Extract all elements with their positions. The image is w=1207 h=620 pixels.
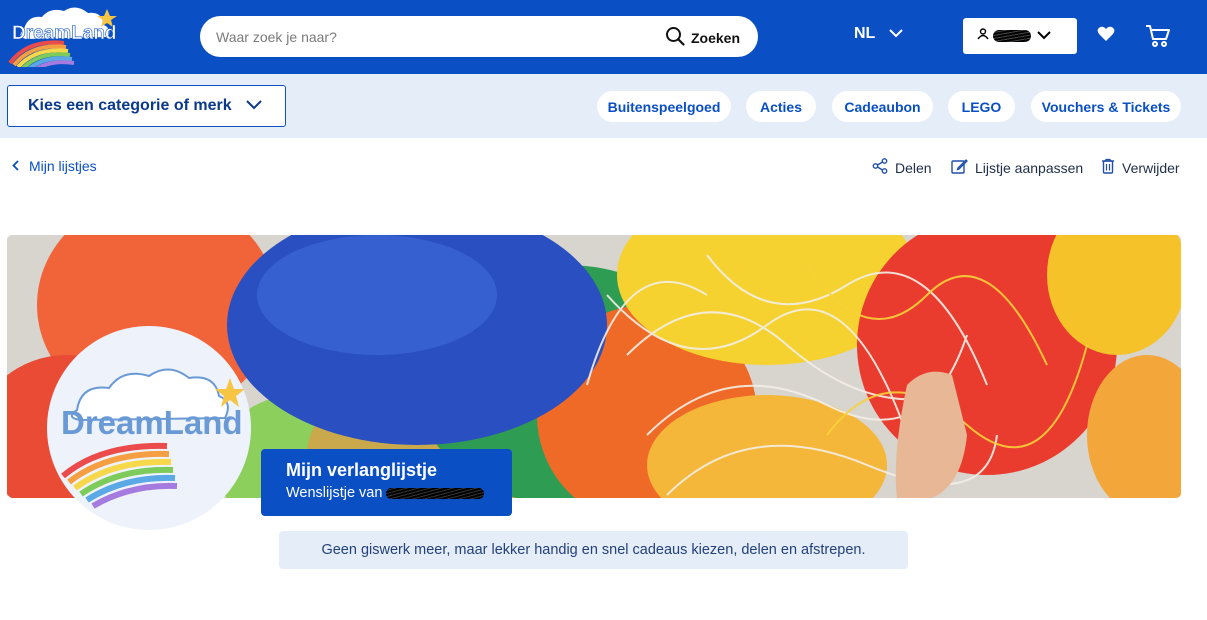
search-button-label: Zoeken bbox=[690, 29, 740, 46]
search-icon bbox=[665, 26, 685, 49]
chevron-down-icon bbox=[1037, 27, 1051, 45]
back-to-lists-link[interactable]: Mijn lijstjes bbox=[12, 158, 97, 174]
wishlist-description: Geen giswerk meer, maar lekker handig en… bbox=[279, 531, 908, 569]
chevron-down-icon bbox=[889, 25, 904, 43]
search-bar: Zoeken bbox=[200, 16, 758, 57]
nav-link-buitenspeelgoed[interactable]: Buitenspeelgoed bbox=[597, 91, 731, 122]
language-label: NL bbox=[854, 25, 876, 42]
wishlist-title: Mijn verlanglijstje bbox=[286, 460, 438, 480]
back-label: Mijn lijstjes bbox=[29, 158, 97, 174]
category-dropdown-button[interactable]: Kies een categorie of merk bbox=[7, 85, 286, 127]
user-icon bbox=[977, 27, 989, 45]
nav-link-lego[interactable]: LEGO bbox=[948, 91, 1015, 122]
redacted-owner-name bbox=[386, 487, 485, 499]
avatar-logo-text: DreamLand bbox=[61, 404, 243, 441]
search-input[interactable] bbox=[216, 28, 636, 45]
wishlist-avatar-logo: DreamLand bbox=[47, 326, 251, 530]
edit-list-label: Lijstje aanpassen bbox=[975, 160, 1084, 176]
cart-icon[interactable] bbox=[1145, 23, 1171, 54]
account-button[interactable] bbox=[963, 18, 1077, 54]
nav-link-cadeaubon[interactable]: Cadeaubon bbox=[832, 91, 933, 122]
search-button[interactable]: Zoeken bbox=[665, 26, 740, 49]
delete-list-button[interactable]: Verwijder bbox=[1101, 158, 1180, 177]
wishlist-title-card: Mijn verlanglijstje Wenslijstje van bbox=[261, 449, 512, 516]
delete-label: Verwijder bbox=[1122, 159, 1180, 176]
edit-list-button[interactable]: Lijstje aanpassen bbox=[951, 158, 1083, 178]
category-dropdown-label: Kies een categorie of merk bbox=[28, 97, 232, 114]
share-icon bbox=[872, 158, 888, 177]
wishlist-heart-icon[interactable] bbox=[1097, 26, 1115, 47]
wishlist-owner: Wenslijstje van bbox=[286, 485, 512, 501]
language-selector[interactable]: NL bbox=[854, 25, 904, 43]
chevron-down-icon bbox=[232, 97, 262, 115]
wishlist-owner-prefix: Wenslijstje van bbox=[286, 485, 383, 501]
nav-link-vouchers-tickets[interactable]: Vouchers & Tickets bbox=[1031, 91, 1181, 122]
dreamland-logo[interactable]: DreamLand bbox=[6, 5, 118, 75]
nav-link-acties[interactable]: Acties bbox=[746, 91, 816, 122]
logo-text: DreamLand bbox=[12, 23, 117, 44]
redacted-username bbox=[993, 30, 1031, 42]
top-header: DreamLand Zoeken NL bbox=[0, 0, 1207, 75]
edit-icon bbox=[951, 158, 968, 178]
share-label: Delen bbox=[895, 159, 932, 176]
category-bar: Kies een categorie of merk Buitenspeelgo… bbox=[0, 74, 1207, 138]
chevron-left-icon bbox=[12, 158, 19, 174]
trash-icon bbox=[1101, 158, 1115, 177]
share-button[interactable]: Delen bbox=[872, 158, 932, 177]
